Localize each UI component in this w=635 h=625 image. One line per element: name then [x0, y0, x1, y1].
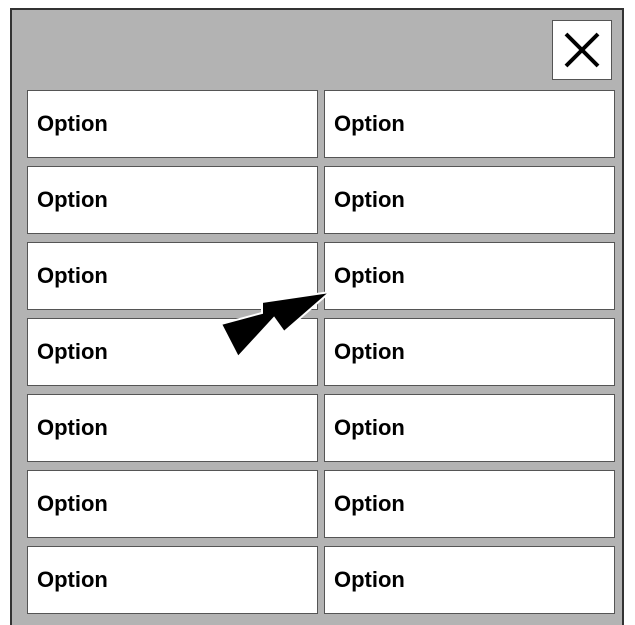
option-button-r7-c2[interactable]: Option	[324, 546, 615, 614]
close-button[interactable]	[552, 20, 612, 80]
options-dialog: Option Option Option Option Option Optio…	[10, 8, 624, 625]
options-grid: Option Option Option Option Option Optio…	[27, 90, 617, 614]
option-button-r4-c2[interactable]: Option	[324, 318, 615, 386]
option-button-r3-c2[interactable]: Option	[324, 242, 615, 310]
option-button-r6-c1[interactable]: Option	[27, 470, 318, 538]
option-button-r4-c1[interactable]: Option	[27, 318, 318, 386]
option-button-r2-c2[interactable]: Option	[324, 166, 615, 234]
option-button-r1-c1[interactable]: Option	[27, 90, 318, 158]
option-button-r5-c1[interactable]: Option	[27, 394, 318, 462]
option-button-r7-c1[interactable]: Option	[27, 546, 318, 614]
option-button-r6-c2[interactable]: Option	[324, 470, 615, 538]
option-button-r1-c2[interactable]: Option	[324, 90, 615, 158]
option-button-r5-c2[interactable]: Option	[324, 394, 615, 462]
option-button-r3-c1[interactable]: Option	[27, 242, 318, 310]
option-button-r2-c1[interactable]: Option	[27, 166, 318, 234]
close-icon	[564, 32, 600, 68]
